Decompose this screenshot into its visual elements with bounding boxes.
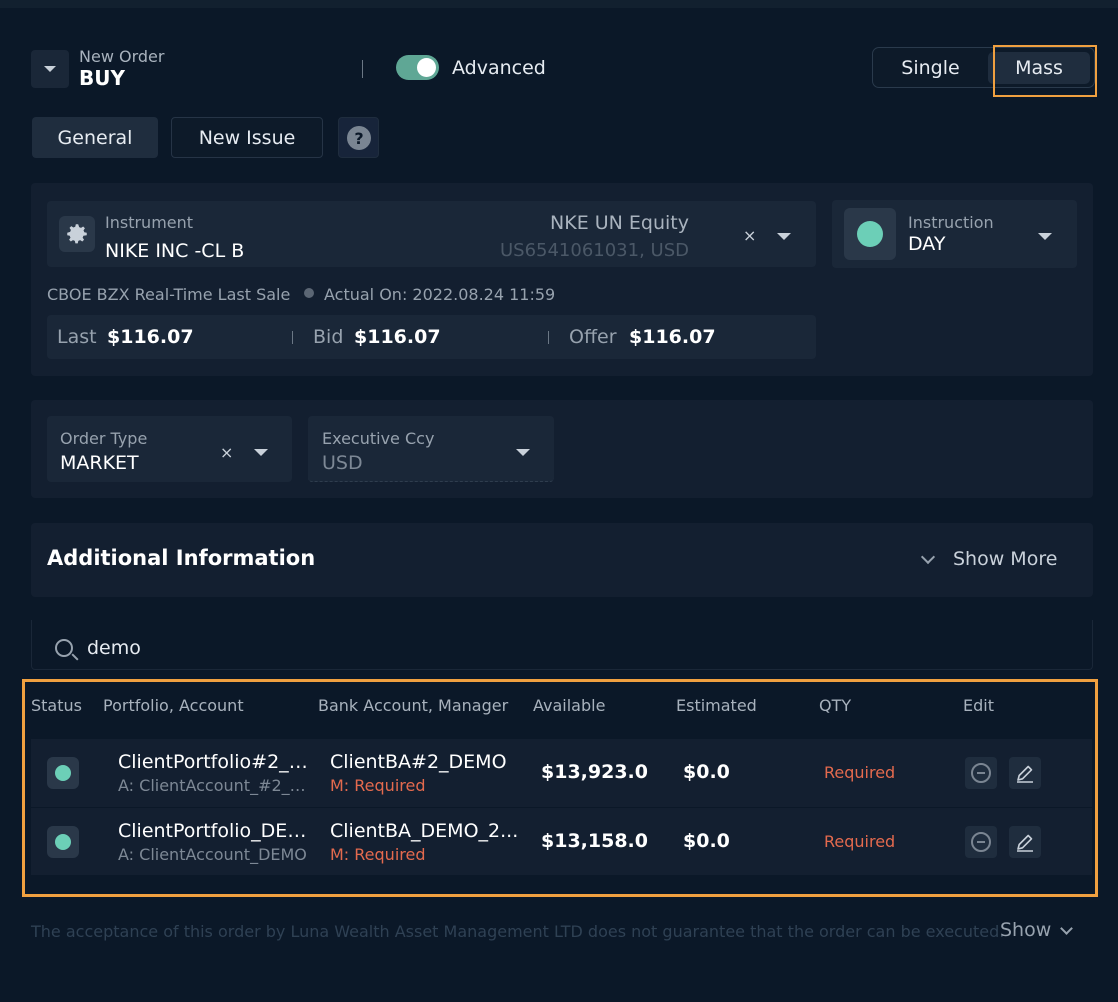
offer-value: $116.07 (629, 326, 716, 348)
clear-instrument-icon[interactable]: × (743, 226, 756, 245)
executive-ccy-value: USD (322, 452, 363, 474)
chevron-down-icon[interactable] (1060, 922, 1073, 935)
chevron-down-icon[interactable] (254, 449, 268, 456)
gear-icon[interactable] (59, 216, 95, 252)
offer-label: Offer (569, 326, 617, 348)
advanced-label: Advanced (452, 57, 546, 79)
order-type-value: MARKET (60, 452, 139, 474)
instruction-label: Instruction (908, 213, 994, 232)
search-input[interactable] (31, 620, 1093, 670)
mode-single-button[interactable]: Single (873, 48, 988, 87)
help-icon: ? (347, 126, 371, 150)
toggle-knob (417, 58, 436, 77)
quote-divider (292, 331, 293, 344)
feed-source: CBOE BZX Real-Time Last Sale (47, 285, 291, 304)
instruction-status-icon (844, 208, 896, 260)
order-side-value: BUY (79, 66, 125, 90)
disclaimer-text: The acceptance of this order by Luna Wea… (31, 922, 1005, 941)
help-button[interactable]: ? (338, 117, 379, 158)
instruction-value: DAY (908, 233, 946, 255)
chevron-down-icon[interactable] (1038, 233, 1052, 240)
quote-divider (548, 331, 549, 344)
instrument-name: NIKE INC -CL B (105, 240, 245, 262)
instrument-isin: US6541061031, USD (499, 240, 689, 261)
search-icon (55, 639, 73, 657)
clear-order-type-icon[interactable]: × (220, 443, 233, 462)
top-strip (0, 0, 1118, 8)
chevron-down-icon (44, 66, 56, 72)
search-value: demo (87, 637, 141, 659)
show-button[interactable]: Show (1000, 919, 1051, 941)
order-type-label: Order Type (60, 429, 148, 448)
bid-value: $116.07 (354, 326, 441, 348)
show-more-button[interactable]: Show More (953, 548, 1057, 570)
divider (362, 60, 363, 78)
instrument-label: Instrument (105, 213, 194, 232)
bid-label: Bid (313, 326, 344, 348)
last-value: $116.07 (107, 326, 194, 348)
instrument-ticker: NKE UN Equity (550, 212, 689, 234)
order-kind-label: New Order (79, 47, 165, 66)
feed-dot-icon (304, 288, 314, 298)
executive-ccy-label: Executive Ccy (322, 429, 435, 448)
accounts-highlight-box (22, 679, 1098, 897)
tab-general[interactable]: General (32, 117, 158, 158)
advanced-toggle[interactable] (396, 55, 439, 80)
status-dot (857, 221, 883, 247)
chevron-down-icon[interactable] (516, 449, 530, 456)
chevron-down-icon[interactable] (777, 233, 791, 240)
additional-info-title: Additional Information (47, 546, 316, 570)
tab-new-issue[interactable]: New Issue (171, 117, 323, 158)
order-side-dropdown[interactable] (31, 50, 69, 88)
feed-actual-time: Actual On: 2022.08.24 11:59 (324, 285, 556, 304)
mass-highlight-box (993, 45, 1097, 97)
last-label: Last (57, 326, 97, 348)
